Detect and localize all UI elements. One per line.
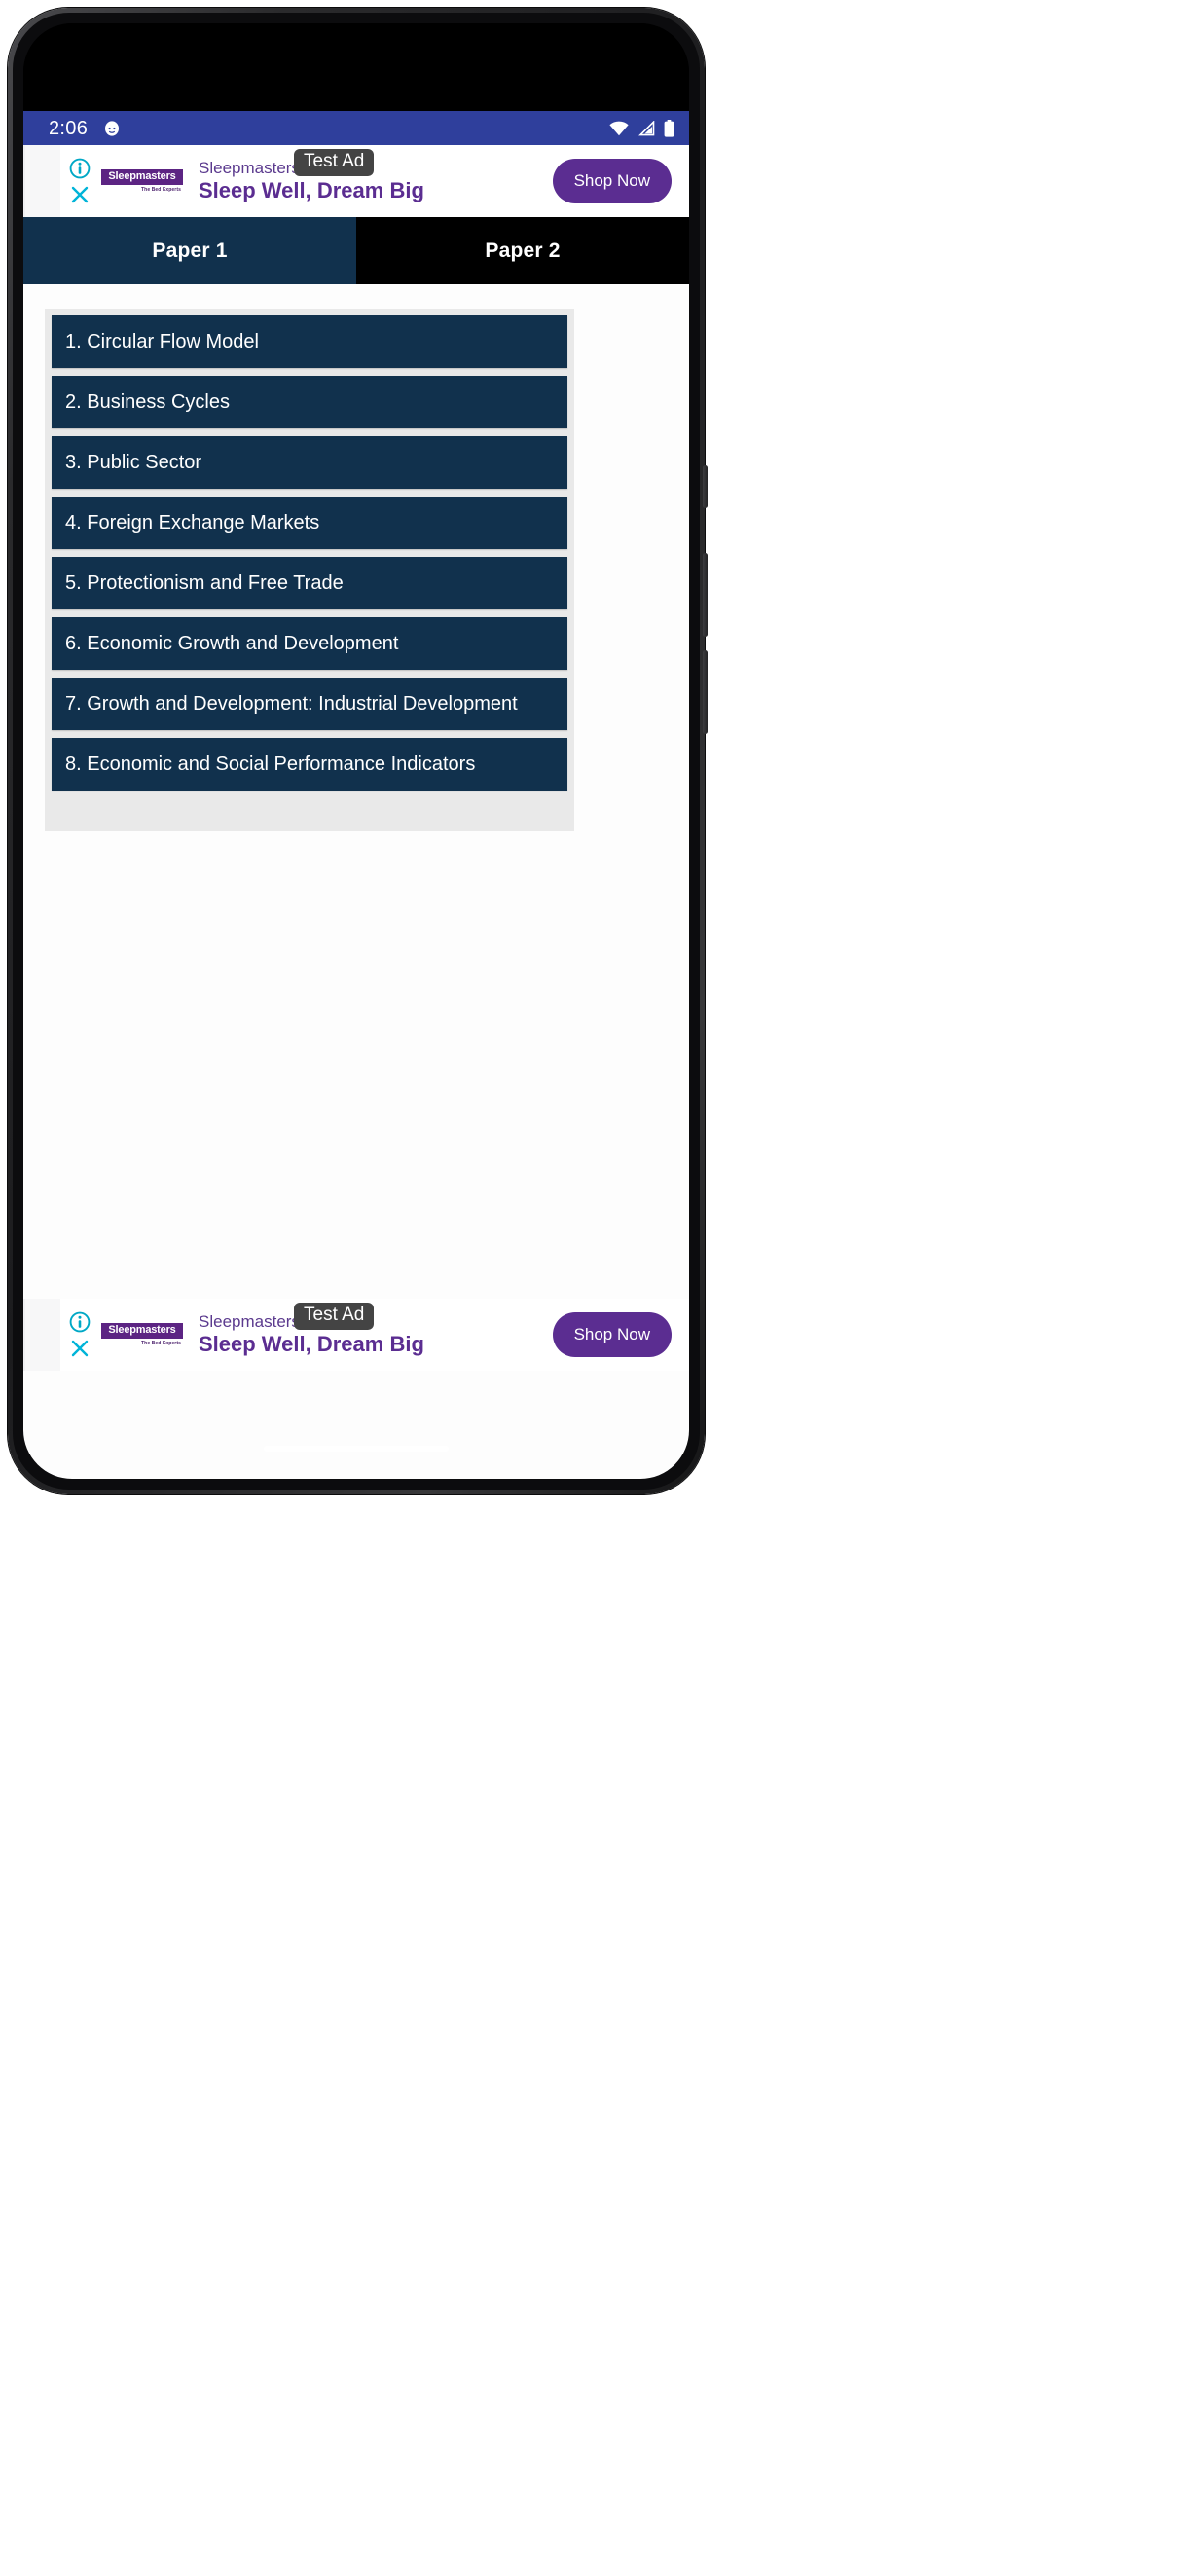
ad-controls: [60, 1299, 99, 1371]
topic-list-container: 1. Circular Flow Model 2. Business Cycle…: [45, 309, 574, 831]
topic-label: 2. Business Cycles: [65, 390, 230, 413]
screenshot-root: 2:06 Sleepmasters The Bed Experts Sleepm…: [0, 0, 1202, 2576]
ad-headline: Sleep Well, Dream Big: [199, 1331, 424, 1356]
list-item[interactable]: 6. Economic Growth and Development: [52, 617, 567, 670]
topic-label: 5. Protectionism and Free Trade: [65, 571, 344, 594]
phone-bezel: 2:06 Sleepmasters The Bed Experts Sleepm…: [13, 13, 700, 1490]
ad-left-gutter: [25, 1299, 60, 1371]
list-item[interactable]: 8. Economic and Social Performance Indic…: [52, 738, 567, 791]
list-item[interactable]: 7. Growth and Development: Industrial De…: [52, 678, 567, 730]
status-bar-clock: 2:06: [49, 117, 89, 139]
tab-paper-1[interactable]: Paper 1: [23, 217, 356, 284]
ad-advertiser-name: Sleepmasters: [199, 158, 300, 177]
status-bar: 2:06: [23, 111, 689, 145]
wifi-icon: [609, 121, 629, 136]
android-gesture-bar[interactable]: [264, 1446, 449, 1452]
ad-left-gutter: [25, 145, 60, 217]
phone-screen: 2:06 Sleepmasters The Bed Experts Sleepm…: [23, 23, 689, 1479]
volume-down-button[interactable]: [703, 650, 708, 734]
ad-brand-logo: Sleepmasters The Bed Experts: [101, 1323, 183, 1346]
paper-tab-bar: Paper 1 Paper 2: [23, 217, 689, 284]
ad-test-badge: Test Ad: [294, 149, 375, 176]
ad-controls: [60, 145, 99, 217]
tab-paper-1-label: Paper 1: [152, 239, 228, 262]
ad-logo-name: Sleepmasters: [101, 169, 183, 185]
topic-label: 6. Economic Growth and Development: [65, 632, 399, 654]
list-item[interactable]: 1. Circular Flow Model: [52, 315, 567, 368]
tab-paper-2[interactable]: Paper 2: [356, 217, 689, 284]
ad-headline: Sleep Well, Dream Big: [199, 177, 424, 202]
topic-label: 4. Foreign Exchange Markets: [65, 511, 320, 534]
ad-close-icon[interactable]: [69, 184, 91, 205]
ad-logo-name: Sleepmasters: [101, 1323, 183, 1339]
ad-test-badge: Test Ad: [294, 1303, 375, 1330]
ad-logo-tagline: The Bed Experts: [141, 1341, 181, 1346]
battery-icon: [664, 119, 674, 137]
ad-banner-bottom[interactable]: Sleepmasters The Bed Experts Sleepmaster…: [23, 1299, 689, 1371]
ad-info-icon[interactable]: [69, 158, 91, 179]
cellular-signal-icon: [637, 120, 655, 136]
power-button[interactable]: [703, 465, 708, 508]
list-item[interactable]: 5. Protectionism and Free Trade: [52, 557, 567, 609]
ad-advertiser-name: Sleepmasters: [199, 1311, 300, 1331]
ad-close-icon[interactable]: [69, 1338, 91, 1359]
topic-label: 7. Growth and Development: Industrial De…: [65, 692, 518, 715]
phone-device-frame: 2:06 Sleepmasters The Bed Experts Sleepm…: [8, 8, 708, 1494]
ad-banner-top[interactable]: Sleepmasters The Bed Experts Sleepmaster…: [23, 145, 689, 217]
list-item[interactable]: 3. Public Sector: [52, 436, 567, 489]
tab-paper-2-label: Paper 2: [485, 239, 561, 262]
topic-label: 1. Circular Flow Model: [65, 330, 259, 352]
status-bar-icons: [609, 119, 674, 137]
ad-info-icon[interactable]: [69, 1311, 91, 1333]
app-notification-icon: [103, 120, 121, 137]
android-app-surface: 2:06 Sleepmasters The Bed Experts Sleepm…: [23, 23, 689, 1479]
list-item[interactable]: 4. Foreign Exchange Markets: [52, 497, 567, 549]
ad-logo-tagline: The Bed Experts: [141, 187, 181, 193]
topic-label: 3. Public Sector: [65, 451, 202, 473]
list-item[interactable]: 2. Business Cycles: [52, 376, 567, 428]
ad-shop-now-button[interactable]: Shop Now: [552, 159, 672, 203]
ad-shop-now-button[interactable]: Shop Now: [552, 1312, 672, 1357]
ad-brand-logo: Sleepmasters The Bed Experts: [101, 169, 183, 193]
volume-up-button[interactable]: [703, 553, 708, 637]
topic-label: 8. Economic and Social Performance Indic…: [65, 753, 476, 775]
